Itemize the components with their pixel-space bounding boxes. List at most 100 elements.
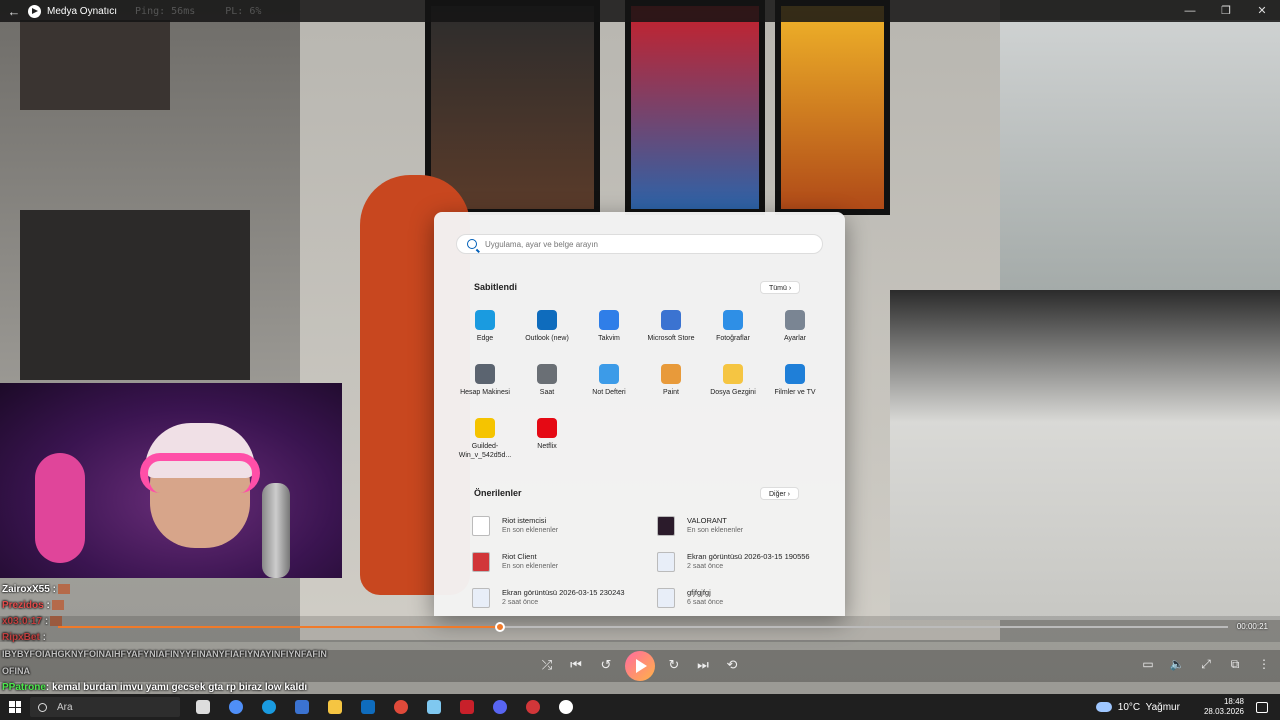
- close-button[interactable]: ✕: [1244, 0, 1280, 22]
- recommended-title: Riot Client: [502, 552, 537, 561]
- microphone: [262, 483, 290, 578]
- pinned-app[interactable]: Guilded-Win_v_542d5d...: [454, 418, 516, 462]
- pinned-app-label: Takvim: [598, 335, 620, 342]
- pinned-app[interactable]: Paint: [640, 364, 702, 408]
- chat-user: PPatrone: [2, 682, 46, 693]
- recommended-title: Önerilenler: [474, 488, 522, 498]
- recommended-subtitle: 2 saat önce: [502, 599, 539, 606]
- rain-cloud-icon: [1095, 702, 1112, 712]
- recommended-item[interactable]: Ekran görüntüsü 2026-03-15 230243 2 saat …: [472, 584, 657, 612]
- task-view-icon[interactable]: [186, 694, 219, 720]
- minimize-button[interactable]: —: [1172, 0, 1208, 22]
- pinned-app[interactable]: Netflix: [516, 418, 578, 462]
- start-button[interactable]: [0, 701, 30, 713]
- taskbar-search[interactable]: Ara: [30, 697, 180, 717]
- miniplayer-icon[interactable]: ▭: [1138, 657, 1158, 671]
- recommended-item[interactable]: VALORANT En son eklenenler: [657, 512, 812, 540]
- shuffle-icon[interactable]: ⤮: [537, 657, 557, 673]
- seek-bar[interactable]: [58, 622, 1228, 632]
- pinned-app[interactable]: Not Defteri: [578, 364, 640, 408]
- window-title: Medya Oynatıcı: [47, 5, 118, 17]
- gear-icon: [785, 310, 805, 330]
- volume-icon[interactable]: 🔈: [1167, 657, 1187, 671]
- all-apps-button[interactable]: Tümü ›: [760, 281, 801, 294]
- pinned-app[interactable]: Fotoğraflar: [702, 310, 764, 354]
- recommended-item[interactable]: Riot istemcisi En son eklenenler: [472, 512, 657, 540]
- next-icon[interactable]: ⏭: [693, 657, 713, 673]
- pinned-app[interactable]: Outlook (new): [516, 310, 578, 354]
- bed: [890, 290, 1280, 620]
- store-icon[interactable]: [285, 694, 318, 720]
- pinned-app[interactable]: Hesap Makinesi: [454, 364, 516, 408]
- pinned-title: Sabitlendi: [474, 282, 518, 292]
- discord-icon[interactable]: [483, 694, 516, 720]
- pinned-app-label: Not Defteri: [592, 389, 626, 396]
- pinned-app[interactable]: Dosya Gezgini: [702, 364, 764, 408]
- movies-icon: [785, 364, 805, 384]
- rewind-icon[interactable]: ↺: [596, 657, 616, 673]
- pinned-app[interactable]: Takvim: [578, 310, 640, 354]
- recommended-title: Ekran görüntüsü 2026-03-15 190556: [687, 552, 810, 561]
- chat-user: Prezidos: [2, 600, 44, 611]
- store-icon: [661, 310, 681, 330]
- maximize-button[interactable]: ❐: [1208, 0, 1244, 22]
- chrome-icon[interactable]: [384, 694, 417, 720]
- more-button[interactable]: Diğer ›: [760, 487, 800, 500]
- pinned-app[interactable]: Microsoft Store: [640, 310, 702, 354]
- pinned-app[interactable]: Edge: [454, 310, 516, 354]
- play-button[interactable]: [625, 651, 655, 681]
- notification-icon[interactable]: [1256, 701, 1268, 713]
- packet-loss-readout: PL: 6%: [225, 5, 262, 17]
- system-tray: 10°C Yağmur 18:48 28.03.2026: [1095, 694, 1280, 720]
- media-player-icon[interactable]: [549, 694, 582, 720]
- pinned-apps: Edge Outlook (new) Takvim Microsoft Store Fo…: [454, 310, 826, 462]
- fullscreen-icon[interactable]: ⤢: [1196, 657, 1216, 672]
- notepad-icon[interactable]: [417, 694, 450, 720]
- clock[interactable]: 18:48 28.03.2026: [1204, 697, 1244, 717]
- kitchen-counter: [20, 210, 250, 380]
- pinned-app-label: Outlook (new): [525, 335, 569, 342]
- edge-icon: [475, 310, 495, 330]
- poster-curse-of-triton: [625, 0, 765, 215]
- media-player-icon: [28, 4, 41, 18]
- back-arrow-icon[interactable]: ←: [0, 4, 28, 19]
- recommended-list: Riot istemcisi En son eklenenler VALORANT E…: [472, 512, 812, 612]
- chat-message: ZairoxX55 :: [2, 582, 347, 598]
- folder-icon: [723, 364, 743, 384]
- start-search-input[interactable]: [485, 239, 805, 249]
- riot-icon[interactable]: [516, 694, 549, 720]
- video-editor-icon[interactable]: [450, 694, 483, 720]
- recommended-item[interactable]: gfjfgjfgj 6 saat önce: [657, 584, 812, 612]
- guitar-decor: [35, 453, 85, 563]
- pinned-app[interactable]: Ayarlar: [764, 310, 826, 354]
- pinned-app-label: Ayarlar: [783, 335, 807, 342]
- start-search-box[interactable]: [456, 234, 823, 254]
- copilot-icon[interactable]: [219, 694, 252, 720]
- paint-icon: [661, 364, 681, 384]
- recommended-subtitle: En son eklenenler: [502, 563, 559, 570]
- previous-icon[interactable]: ⏮: [566, 657, 586, 673]
- image-file-icon: [657, 588, 675, 608]
- recommended-item[interactable]: Ekran görüntüsü 2026-03-15 190556 2 saat …: [657, 548, 812, 576]
- edge-icon[interactable]: [252, 694, 285, 720]
- outlook-icon[interactable]: [351, 694, 384, 720]
- weather-widget[interactable]: 10°C Yağmur: [1095, 702, 1180, 713]
- emote-icon: [51, 600, 64, 611]
- folder-icon[interactable]: [318, 694, 351, 720]
- pinned-app[interactable]: Filmler ve TV: [764, 364, 826, 408]
- recommended-item[interactable]: Riot Client En son eklenenler: [472, 548, 657, 576]
- recommended-title: Ekran görüntüsü 2026-03-15 230243: [502, 588, 625, 597]
- more-options-icon[interactable]: ⋮: [1254, 657, 1274, 671]
- pinned-app-label: Microsoft Store: [647, 335, 695, 342]
- notepad-icon: [599, 364, 619, 384]
- pinned-app[interactable]: Saat: [516, 364, 578, 408]
- repeat-off-icon[interactable]: ⟲: [722, 657, 742, 673]
- clock-icon: [537, 364, 557, 384]
- pinned-app-label: Dosya Gezgini: [710, 389, 756, 396]
- calendar-icon: [599, 310, 619, 330]
- headphones: [140, 453, 260, 493]
- compact-view-icon[interactable]: ⧉: [1225, 657, 1245, 672]
- search-icon: [38, 702, 47, 712]
- forward-icon[interactable]: ↻: [664, 657, 684, 673]
- recommended-subtitle: 2 saat önce: [687, 563, 724, 570]
